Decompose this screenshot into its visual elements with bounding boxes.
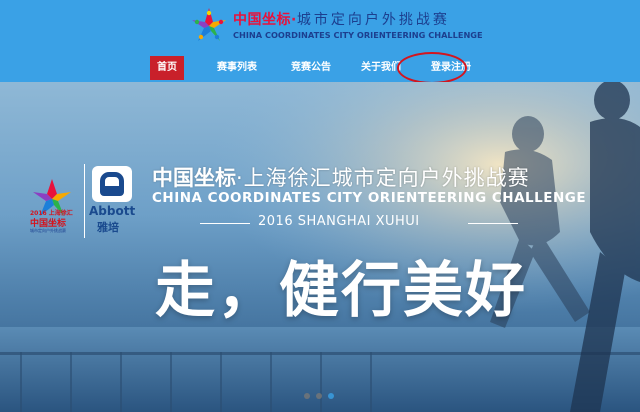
site-header: 中国坐标·城市定向户外挑战赛 CHINA COORDINATES CITY OR… — [0, 0, 640, 84]
hero-subtitle: 2016 SHANGHAI XUHUI — [258, 214, 420, 229]
carousel-dot[interactable] — [304, 393, 310, 399]
hero-title-cn: 中国坐标·上海徐汇城市定向户外挑战赛 — [152, 166, 530, 190]
small-logo-subtitle: 城市定向户外挑战赛 — [30, 228, 66, 233]
star-logo-icon — [192, 8, 226, 41]
carousel-dot[interactable] — [316, 393, 322, 399]
nav-event-list[interactable]: 赛事列表 — [200, 56, 274, 80]
logo-title-cn: 中国坐标·城市定向户外挑战赛 — [233, 12, 450, 28]
subtitle-rule-left — [200, 223, 250, 224]
hero-title-en: CHINA COORDINATES CITY ORIENTEERING CHAL… — [152, 190, 587, 206]
hero-banner[interactable]: 2016 上海徐汇 中国坐标 城市定向户外挑战赛 Abbott 雅培 中国坐标·… — [0, 82, 640, 412]
carousel-dot-active[interactable] — [328, 393, 334, 399]
subtitle-rule-right — [468, 223, 518, 224]
abbott-logo-icon — [92, 166, 132, 202]
nav-announcements[interactable]: 竞赛公告 — [278, 56, 344, 80]
login-highlight-circle — [397, 52, 467, 84]
nav-home[interactable]: 首页 — [150, 56, 184, 80]
sponsor-name: Abbott — [89, 204, 136, 218]
carousel-indicators — [304, 393, 334, 399]
site-logo[interactable]: 中国坐标·城市定向户外挑战赛 CHINA COORDINATES CITY OR… — [189, 6, 483, 46]
logo-title-en: CHINA COORDINATES CITY ORIENTEERING CHAL… — [233, 30, 483, 40]
logo-divider — [84, 164, 85, 238]
hero-slogan: 走，健行美好 — [155, 256, 527, 326]
sponsor-name-cn: 雅培 — [97, 221, 119, 234]
